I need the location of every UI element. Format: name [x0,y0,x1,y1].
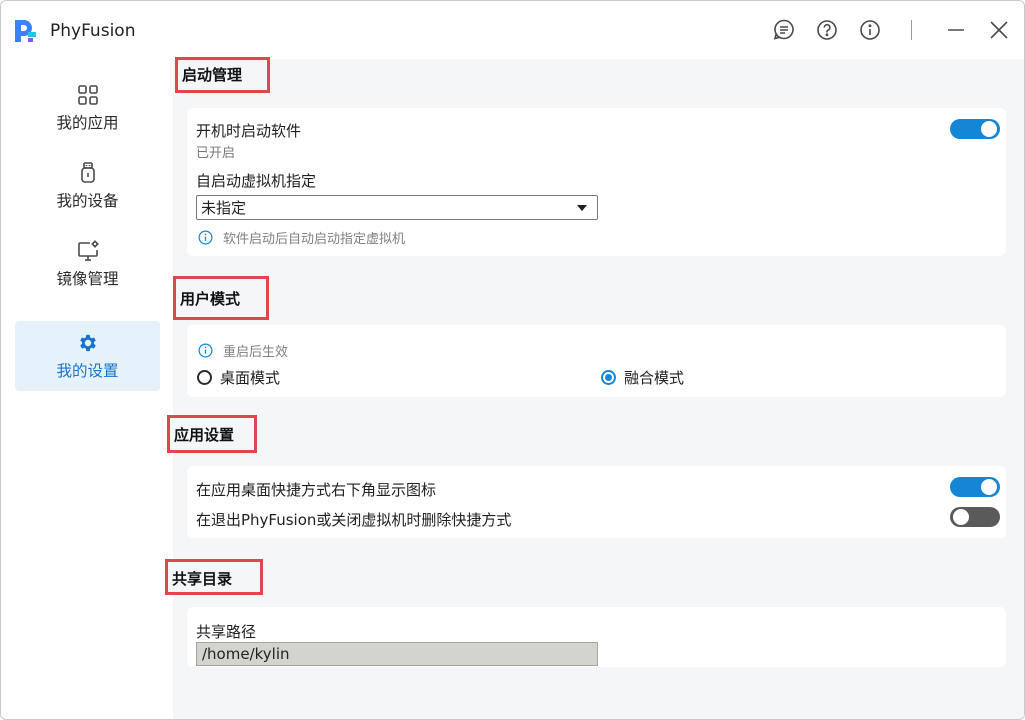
close-icon[interactable] [987,18,1011,42]
title-bar [173,1,1024,59]
show-icon-label: 在应用桌面快捷方式右下角显示图标 [196,481,437,499]
user-mode-hint-text: 重启后生效 [223,345,289,360]
shared-path-field[interactable]: /home/kylin [196,642,598,666]
sidebar-item-label: 镜像管理 [56,270,119,288]
user-mode-hint: 重启后生效 [198,341,288,360]
app-settings-card: 在应用桌面快捷方式右下角显示图标 在退出PhyFusion或关闭虚拟机时删除快捷… [187,466,1006,538]
chevron-down-icon [577,205,587,211]
help-icon[interactable] [815,18,839,42]
show-icon-toggle[interactable] [950,477,1000,497]
autostart-label: 开机时启动软件 [196,122,302,140]
delete-shortcut-label: 在退出PhyFusion或关闭虚拟机时删除快捷方式 [196,511,512,529]
radio-label: 融合模式 [624,369,685,387]
titlebar-separator [911,20,912,40]
sidebar-item-image-management[interactable]: 镜像管理 [15,229,160,299]
shared-path-value: /home/kylin [202,645,290,663]
shared-dir-card: 共享路径 /home/kylin [187,607,1006,667]
gear-icon [76,331,100,355]
app-window: PhyFusion 我的应用 我的设备 镜像管理 我的设置 启动管理 开机时启动… [0,0,1025,720]
section-title-app-settings: 应用设置 [167,415,257,453]
sidebar-item-my-apps[interactable]: 我的应用 [15,73,160,143]
vm-autostart-select[interactable]: 未指定 [196,195,598,220]
info-circle-icon [198,230,213,245]
app-name: PhyFusion [50,21,136,41]
radio-desktop-mode[interactable]: 桌面模式 [197,367,280,388]
shared-path-label: 共享路径 [196,623,257,641]
section-title-shared-dir: 共享目录 [165,559,263,595]
feedback-icon[interactable] [772,18,796,42]
vm-autostart-label: 自启动虚拟机指定 [196,172,317,190]
info-circle-icon [198,343,213,358]
vm-autostart-hint-text: 软件启动后自动启动指定虚拟机 [223,232,406,247]
radio-fusion-mode[interactable]: 融合模式 [601,367,684,388]
sidebar-item-label: 我的设置 [56,362,119,380]
radio-circle [197,370,212,385]
apps-grid-icon [76,83,100,107]
section-title-startup: 启动管理 [175,57,270,93]
brand: PhyFusion [11,17,135,45]
autostart-toggle[interactable] [950,119,1000,139]
section-title-user-mode: 用户模式 [173,276,269,320]
sidebar-item-my-settings[interactable]: 我的设置 [15,321,160,391]
radio-circle [601,370,616,385]
vm-autostart-hint: 软件启动后自动启动指定虚拟机 [198,228,405,247]
autostart-status: 已开启 [196,146,236,161]
settings-content: 启动管理 开机时启动软件 已开启 自启动虚拟机指定 未指定 软件启动后自动启动指… [165,57,1024,719]
usb-device-icon [76,161,100,185]
radio-label: 桌面模式 [220,369,281,387]
monitor-settings-icon [76,239,100,263]
info-icon[interactable] [858,18,882,42]
sidebar-item-label: 我的设备 [56,192,119,210]
phyfusion-logo-icon [11,17,39,45]
sidebar: PhyFusion 我的应用 我的设备 镜像管理 我的设置 [1,1,173,719]
minimize-icon[interactable] [944,18,968,42]
vm-autostart-value: 未指定 [201,199,247,217]
user-mode-card: 重启后生效 桌面模式 融合模式 [187,325,1006,397]
sidebar-item-label: 我的应用 [56,114,119,132]
delete-shortcut-toggle[interactable] [950,507,1000,527]
sidebar-item-my-devices[interactable]: 我的设备 [15,151,160,221]
startup-card: 开机时启动软件 已开启 自启动虚拟机指定 未指定 软件启动后自动启动指定虚拟机 [187,108,1006,256]
